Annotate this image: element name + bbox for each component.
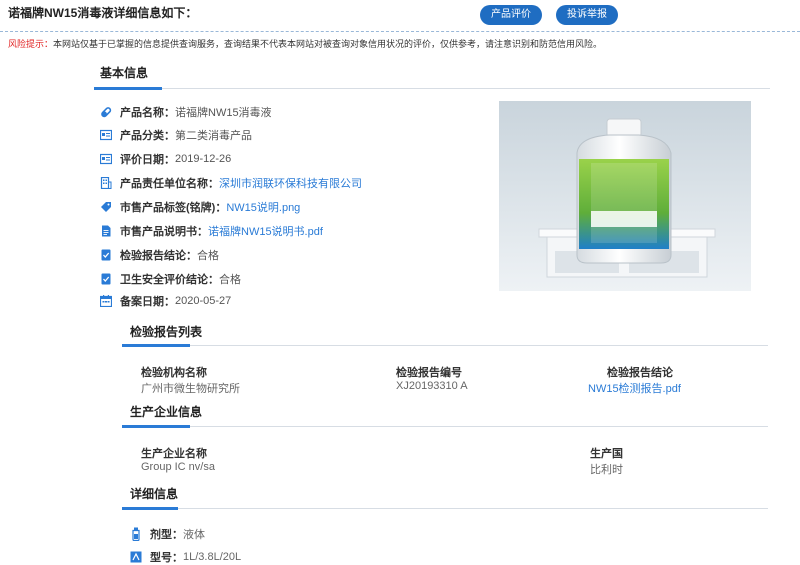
report-icon bbox=[100, 249, 112, 261]
label: 产品责任单位名称： bbox=[120, 178, 219, 190]
label: 型号： bbox=[150, 552, 183, 564]
section-divider-enterprise bbox=[122, 425, 768, 428]
section-divider-details bbox=[122, 507, 768, 510]
product-manual-link[interactable]: 诺福牌NW15说明书.pdf bbox=[208, 223, 323, 239]
product-label-link[interactable]: NW15说明.png bbox=[226, 199, 300, 215]
column-header-country: 生产国 bbox=[590, 448, 623, 460]
model-icon bbox=[130, 550, 142, 564]
info-row-inspection-conclusion: 检验报告结论： 合格 bbox=[100, 247, 219, 263]
product-photo[interactable] bbox=[499, 101, 751, 291]
label: 检验报告结论： bbox=[120, 250, 197, 262]
manufacturer-country: 比利时 bbox=[590, 464, 623, 476]
manufacturer-name: Group IC nv/sa bbox=[141, 461, 215, 473]
info-row-safety-conclusion: 卫生安全评价结论： 合格 bbox=[100, 271, 241, 287]
header: 诺福牌NW15消毒液详细信息如下： 产品评价 投诉举报 bbox=[0, 0, 800, 32]
bottle-icon bbox=[130, 527, 142, 541]
column-header-manufacturer: 生产企业名称 bbox=[141, 448, 207, 460]
value: 1L/3.8L/20L bbox=[183, 551, 242, 563]
value: 液体 bbox=[183, 529, 205, 541]
label: 市售产品标签(铭牌)： bbox=[120, 202, 227, 214]
page-title: 诺福牌NW15消毒液详细信息如下： bbox=[8, 6, 198, 20]
info-row-product-name: 产品名称： 诺福牌NW15消毒液 bbox=[100, 104, 272, 120]
tag-icon bbox=[100, 201, 112, 213]
id-card-icon bbox=[100, 153, 112, 165]
document-icon bbox=[100, 225, 112, 237]
label: 产品名称： bbox=[120, 107, 175, 119]
info-row-evaluation-date: 评价日期： 2019-12-26 bbox=[100, 151, 231, 167]
info-row-filing-date: 备案日期： 2020-05-27 bbox=[100, 293, 231, 309]
label: 市售产品说明书： bbox=[120, 226, 208, 238]
label: 产品分类： bbox=[120, 130, 175, 142]
report-icon bbox=[100, 273, 112, 285]
calendar-icon bbox=[100, 295, 112, 307]
info-row-category: 产品分类： 第二类消毒产品 bbox=[100, 127, 252, 143]
label: 剂型： bbox=[150, 529, 183, 541]
report-agency: 广州市微生物研究所 bbox=[141, 383, 240, 395]
column-header-report-number: 检验报告编号 bbox=[396, 367, 462, 379]
report-file-link[interactable]: NW15检测报告.pdf bbox=[588, 380, 681, 396]
risk-label: 风险提示： bbox=[8, 39, 54, 49]
value: 2019-12-26 bbox=[175, 153, 232, 165]
value: 诺福牌NW15消毒液 bbox=[175, 107, 272, 119]
report-number: XJ20193310 A bbox=[396, 380, 468, 392]
complaint-report-button[interactable]: 投诉举报 bbox=[556, 5, 618, 25]
column-header-agency: 检验机构名称 bbox=[141, 367, 207, 379]
info-row-manual: 市售产品说明书： 诺福牌NW15说明书.pdf bbox=[100, 223, 323, 239]
value: 合格 bbox=[219, 274, 241, 286]
product-evaluation-button[interactable]: 产品评价 bbox=[480, 5, 542, 25]
detail-row-model: 型号： 1L/3.8L/20L bbox=[130, 549, 241, 565]
column-header-report-conclusion: 检验报告结论 bbox=[607, 367, 673, 379]
label: 卫生安全评价结论： bbox=[120, 274, 219, 286]
building-icon bbox=[100, 177, 112, 189]
responsible-company-link[interactable]: 深圳市润联环保科技有限公司 bbox=[219, 175, 362, 191]
section-title-enterprise: 生产企业信息 bbox=[130, 405, 203, 419]
label: 评价日期： bbox=[120, 154, 175, 166]
info-row-label: 市售产品标签(铭牌)： NW15说明.png bbox=[100, 199, 300, 215]
pill-icon bbox=[100, 106, 112, 118]
section-title-reports: 检验报告列表 bbox=[130, 325, 203, 339]
section-title-details: 详细信息 bbox=[130, 487, 179, 501]
id-card-icon bbox=[100, 129, 112, 141]
section-title-basic: 基本信息 bbox=[100, 66, 149, 80]
value: 2020-05-27 bbox=[175, 295, 232, 307]
section-divider-reports bbox=[122, 344, 768, 347]
risk-notice: 风险提示：本网站仅基于已掌握的信息提供查询服务，查询结果不代表本网站对被查询对象… bbox=[8, 37, 602, 50]
value: 第二类消毒产品 bbox=[175, 130, 252, 142]
label: 备案日期： bbox=[120, 296, 175, 308]
section-divider-basic bbox=[94, 87, 770, 90]
info-row-responsible-company: 产品责任单位名称： 深圳市润联环保科技有限公司 bbox=[100, 175, 362, 191]
detail-row-dosage-form: 剂型： 液体 bbox=[130, 526, 205, 542]
value: 合格 bbox=[197, 250, 219, 262]
risk-text: 本网站仅基于已掌握的信息提供查询服务，查询结果不代表本网站对被查询对象信用状况的… bbox=[53, 39, 603, 49]
header-divider bbox=[0, 31, 800, 32]
